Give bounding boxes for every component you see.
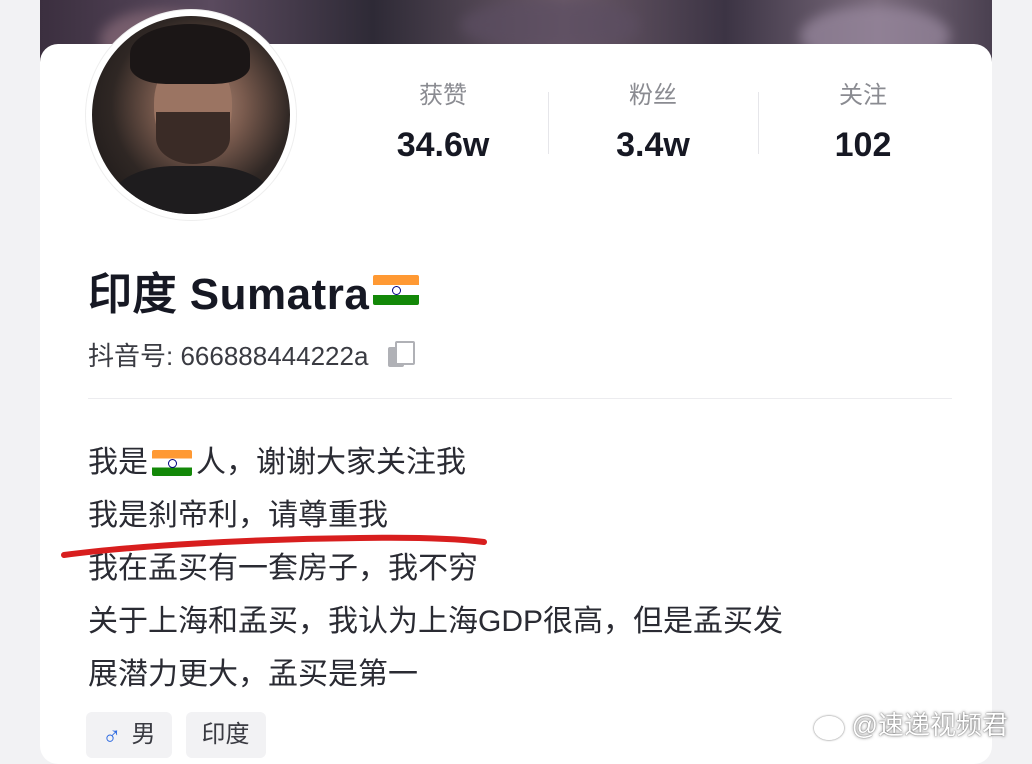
location-tag[interactable]: 印度 xyxy=(185,712,266,758)
profile-name-text: 印度 Sumatra xyxy=(88,270,370,319)
profile-name: 印度 Sumatra xyxy=(88,258,420,322)
divider xyxy=(88,398,952,399)
stat-label: 关注 xyxy=(839,82,887,109)
stat-label: 获赞 xyxy=(419,82,467,109)
red-underline-annotation xyxy=(61,534,487,558)
bio-line: 我是 人，谢谢大家关注我 xyxy=(88,436,783,489)
gender-tag[interactable]: ♂ 男 xyxy=(86,712,172,758)
copy-icon[interactable] xyxy=(388,340,416,369)
stat-value: 34.6w xyxy=(396,126,490,164)
bio-text: 人，谢谢大家关注我 xyxy=(196,446,466,479)
stat-value: 102 xyxy=(834,126,892,164)
weibo-logo-icon xyxy=(812,710,846,740)
stat-following[interactable]: 关注 102 xyxy=(758,78,968,178)
stat-followers[interactable]: 粉丝 3.4w xyxy=(548,78,758,178)
stat-label: 粉丝 xyxy=(629,82,677,109)
douyin-id-text: 抖音号: 666888444222a xyxy=(88,341,369,371)
male-icon: ♂ xyxy=(102,720,122,750)
stat-likes[interactable]: 获赞 34.6w xyxy=(338,78,548,178)
douyin-id: 抖音号: 666888444222a xyxy=(88,336,416,373)
india-flag-icon xyxy=(152,450,192,476)
watermark: @速递视频君 xyxy=(812,705,1008,742)
bio-line: 展潜力更大，孟买是第一 xyxy=(88,658,418,691)
avatar[interactable] xyxy=(86,10,296,220)
bio: 我是 人，谢谢大家关注我 我是刹帝利，请尊重我 我在孟买有一套房子，我不穷 关于上… xyxy=(88,436,783,701)
bio-line: 关于上海和孟买，我认为上海GDP很高，但是孟买发 xyxy=(88,605,784,638)
gender-text: 男 xyxy=(131,721,156,748)
stat-value: 3.4w xyxy=(616,126,690,164)
stats-bar: 获赞 34.6w 粉丝 3.4w 关注 102 xyxy=(338,78,968,178)
bio-text: 我是 xyxy=(88,446,148,479)
tag-row: ♂ 男 印度 xyxy=(86,712,266,758)
location-text: 印度 xyxy=(201,721,250,748)
india-flag-icon xyxy=(373,275,420,305)
avatar-photo xyxy=(92,16,290,214)
watermark-text: @速递视频君 xyxy=(851,710,1008,740)
